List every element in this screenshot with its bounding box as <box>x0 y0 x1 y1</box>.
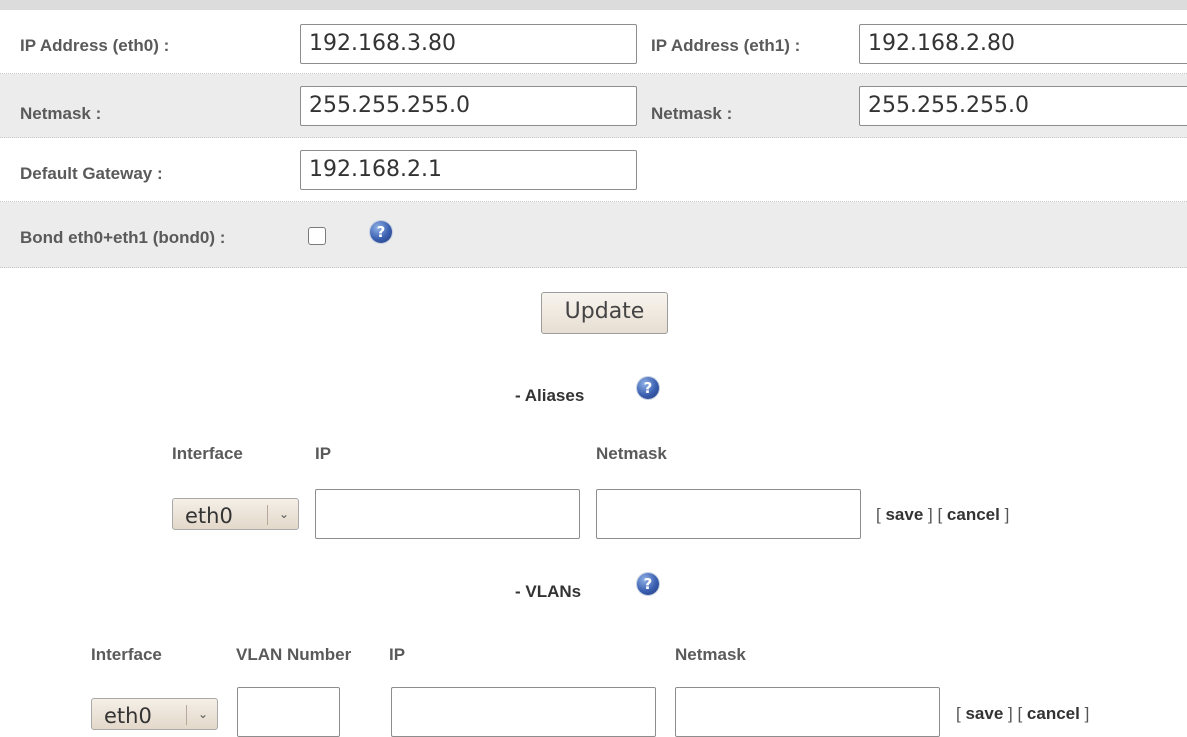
select-separator <box>186 705 187 725</box>
vlans-actions: [ save ] [ cancel ] <box>956 704 1090 723</box>
aliases-cancel-link[interactable]: cancel <box>947 505 1000 524</box>
help-icon[interactable]: ? <box>637 377 659 399</box>
aliases-col-netmask: Netmask <box>596 444 667 463</box>
vlans-save-link[interactable]: save <box>965 704 1003 723</box>
vlans-col-netmask: Netmask <box>675 645 746 664</box>
gateway-row: Default Gateway : 192.168.2.1 <box>0 138 1187 202</box>
update-button[interactable]: Update <box>541 292 668 334</box>
bond-label: Bond eth0+eth1 (bond0) : <box>20 228 226 247</box>
eth0-netmask-label: Netmask : <box>20 104 102 123</box>
chevron-down-icon: ⌄ <box>278 507 289 521</box>
vlans-cancel-link[interactable]: cancel <box>1027 704 1080 723</box>
aliases-col-ip: IP <box>315 444 332 463</box>
netmask-row: Netmask : 255.255.255.0 Netmask : 255.25… <box>0 74 1187 138</box>
vlans-number-field[interactable] <box>237 687 340 737</box>
bond-row: Bond eth0+eth1 (bond0) : ? <box>0 202 1187 268</box>
gateway-label: Default Gateway : <box>20 164 163 183</box>
aliases-save-link[interactable]: save <box>885 505 923 524</box>
aliases-netmask-field[interactable] <box>596 489 861 539</box>
aliases-ip-field[interactable] <box>315 489 580 539</box>
eth1-netmask-label: Netmask : <box>651 104 733 123</box>
vlans-ip-field[interactable] <box>391 687 656 737</box>
vlans-interface-select[interactable]: eth0 ⌄ <box>91 698 218 730</box>
vlans-interface-value: eth0 <box>104 704 152 728</box>
eth1-netmask-field[interactable]: 255.255.255.0 <box>859 86 1187 126</box>
top-divider <box>0 0 1187 10</box>
help-icon[interactable]: ? <box>637 573 659 595</box>
select-separator <box>267 505 268 525</box>
eth1-ip-label: IP Address (eth1) : <box>651 36 801 55</box>
ip-address-row: IP Address (eth0) : 192.168.3.80 IP Addr… <box>0 10 1187 74</box>
eth0-ip-field[interactable]: 192.168.3.80 <box>300 24 637 64</box>
aliases-actions: [ save ] [ cancel ] <box>876 505 1010 524</box>
chevron-down-icon: ⌄ <box>197 707 208 721</box>
eth1-ip-field[interactable]: 192.168.2.80 <box>859 24 1187 64</box>
aliases-interface-value: eth0 <box>185 504 233 528</box>
vlans-col-ip: IP <box>389 645 406 664</box>
gateway-field[interactable]: 192.168.2.1 <box>300 150 637 190</box>
help-icon[interactable]: ? <box>370 221 392 243</box>
bond-checkbox[interactable] <box>308 227 326 245</box>
vlans-col-interface: Interface <box>91 645 162 664</box>
vlans-netmask-field[interactable] <box>675 687 940 737</box>
vlans-col-vlan-number: VLAN Number <box>236 645 352 664</box>
aliases-interface-select[interactable]: eth0 ⌄ <box>172 498 299 530</box>
eth0-netmask-field[interactable]: 255.255.255.0 <box>300 86 637 126</box>
vlans-title: - VLANs <box>515 582 582 601</box>
aliases-col-interface: Interface <box>172 444 243 463</box>
aliases-title: - Aliases <box>515 386 585 405</box>
eth0-ip-label: IP Address (eth0) : <box>20 36 170 55</box>
